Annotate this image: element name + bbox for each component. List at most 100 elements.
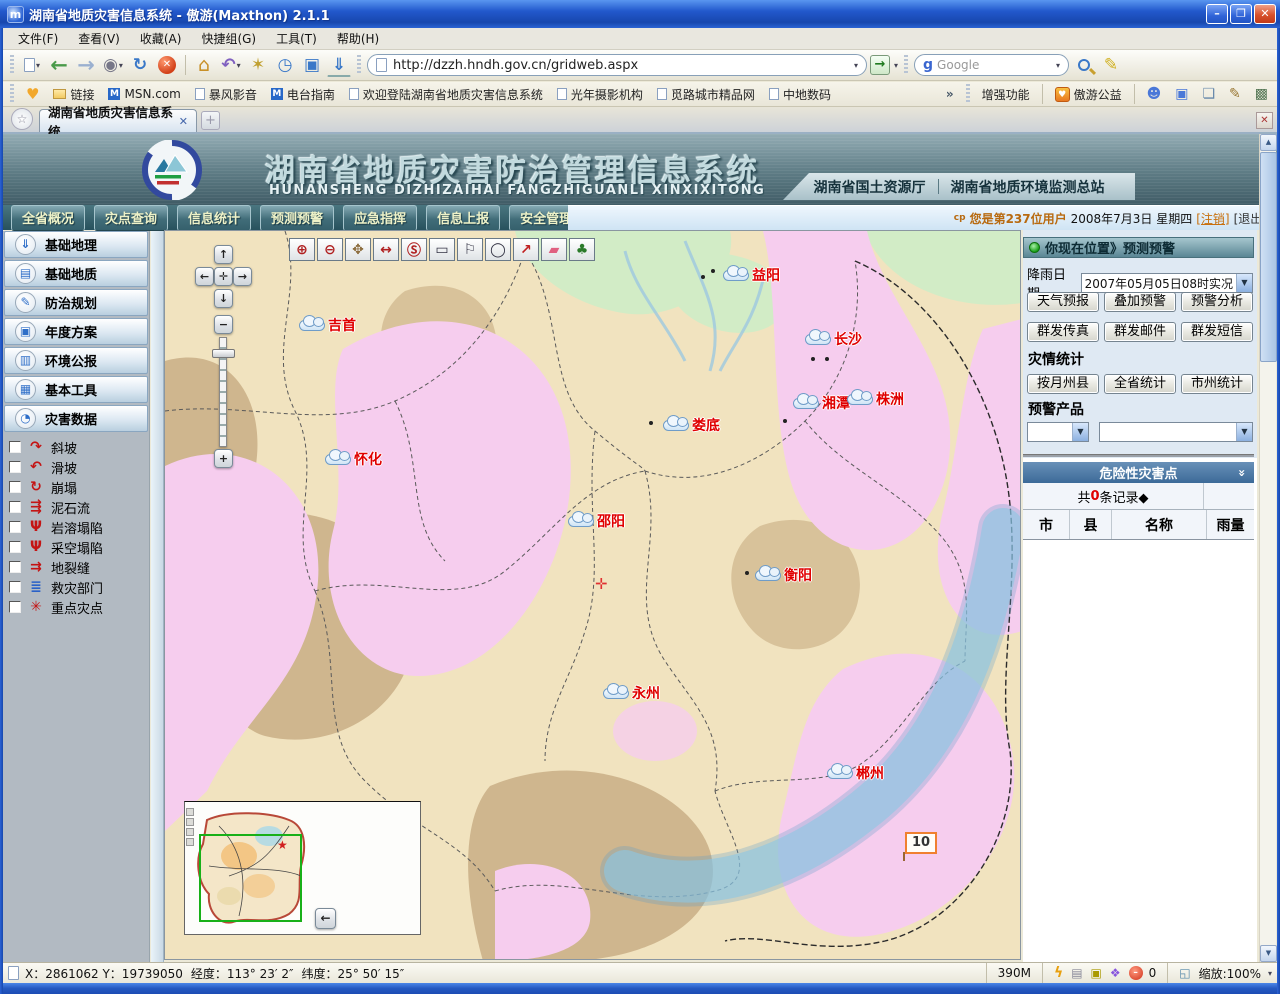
minimap-tool-buttons[interactable] — [186, 808, 194, 846]
org-link-1[interactable]: 湖南省国土资源厅 — [814, 177, 926, 197]
map-viewport[interactable]: ⊕⊖✥↔Ⓢ▭⚐◯↗▰♣ ↑ ← ✛ → ↓ − + 吉首 益阳 长沙 — [164, 230, 1021, 960]
bookmark-item[interactable]: 觅路城市精品网 — [652, 84, 760, 105]
map-tool-button[interactable]: ◯ — [485, 238, 511, 261]
notes-icon[interactable]: ❖ — [1110, 966, 1121, 980]
layer-checkbox[interactable] — [9, 441, 21, 453]
panel-button[interactable]: 预警分析 — [1181, 292, 1253, 312]
map-tool-button[interactable]: ▭ — [429, 238, 455, 261]
pan-center-button[interactable]: ✛ — [214, 267, 233, 286]
danger-points-header[interactable]: 危险性灾害点 » — [1023, 462, 1254, 483]
city-marker[interactable]: 邵阳 — [568, 511, 625, 531]
minimap-collapse-button[interactable]: ← — [315, 908, 336, 929]
panel-button[interactable]: 天气预报 — [1027, 292, 1099, 312]
search-dropdown-icon[interactable]: ▾ — [1056, 61, 1060, 70]
city-marker[interactable]: 吉首 — [299, 315, 356, 335]
product-select-2[interactable]: ▼ — [1099, 422, 1253, 442]
new-tab-button[interactable]: + — [201, 111, 220, 130]
map-tool-button[interactable]: ↔ — [373, 238, 399, 261]
menu-item[interactable]: 收藏(A) — [131, 28, 191, 49]
city-marker[interactable]: 益阳 — [723, 265, 780, 285]
menu-item[interactable]: 文件(F) — [9, 28, 67, 49]
nav-tab[interactable]: 预测预警 — [260, 205, 334, 231]
tab-close-icon[interactable]: ✕ — [179, 115, 188, 128]
panel-button[interactable]: 全省统计 — [1104, 374, 1176, 394]
layer-checkbox[interactable] — [9, 561, 21, 573]
window-tool-button[interactable]: ▣ — [1170, 84, 1193, 104]
pan-up-button[interactable]: ↑ — [214, 245, 233, 264]
bookmark-item[interactable]: 中地数码 — [764, 84, 836, 105]
scroll-down-button[interactable]: ▼ — [1260, 945, 1277, 962]
rain-date-select[interactable]: 2007年05月05日08时实况 ▼ — [1081, 273, 1253, 293]
bookmark-item[interactable]: 欢迎登陆湖南省地质灾害信息系统 — [344, 84, 548, 105]
close-button[interactable]: ✕ — [1254, 4, 1276, 24]
bookmark-item[interactable]: 暴风影音 — [190, 84, 262, 105]
layer-checkbox[interactable] — [9, 461, 21, 473]
layer-checkbox[interactable] — [9, 481, 21, 493]
rainfall-flag-marker[interactable]: 10 — [905, 832, 937, 854]
sidebar-section[interactable]: ▣ 年度方案 — [4, 318, 148, 345]
city-marker[interactable]: 株洲 — [847, 389, 904, 409]
bookmarks-overflow-button[interactable]: » — [941, 85, 959, 103]
scroll-thumb[interactable] — [1260, 152, 1277, 362]
resize-icon[interactable]: ◱ — [1179, 966, 1190, 980]
chevron-down-icon[interactable]: ▼ — [1072, 423, 1088, 441]
pan-down-button[interactable]: ↓ — [214, 289, 233, 308]
go-dropdown-icon[interactable]: ▾ — [894, 61, 898, 70]
search-box[interactable]: g Google ▾ — [914, 54, 1069, 76]
tab-active[interactable]: 湖南省地质灾害信息系统 ✕ — [39, 109, 197, 132]
menu-item[interactable]: 工具(T) — [267, 28, 326, 49]
bookmark-item[interactable]: 电台指南 — [266, 84, 340, 105]
city-marker[interactable]: 郴州 — [827, 763, 884, 783]
collapse-chevron-icon[interactable]: » — [1235, 469, 1249, 477]
scroll-up-button[interactable]: ▲ — [1260, 134, 1277, 151]
bookmark-item[interactable]: 光年摄影机构 — [552, 84, 648, 105]
overview-minimap[interactable]: ★ ← — [184, 801, 421, 935]
favorites-button[interactable]: ♥ — [21, 83, 44, 105]
layer-checkbox[interactable] — [9, 541, 21, 553]
forward-button[interactable]: → — [74, 53, 98, 77]
undo-button[interactable]: ↶▾ — [219, 53, 243, 77]
panel-button[interactable]: 按月州县 — [1027, 374, 1099, 394]
proxy-icon[interactable]: ▤ — [1071, 966, 1082, 980]
history-clock-button[interactable]: ◷ — [273, 53, 297, 77]
history-dropdown-button[interactable]: ◉▾ — [101, 53, 125, 77]
back-button[interactable]: ← — [47, 53, 71, 77]
boost-icon[interactable]: ϟ — [1054, 965, 1063, 981]
map-tool-button[interactable]: ⊕ — [289, 238, 315, 261]
map-tool-button[interactable]: ↗ — [513, 238, 539, 261]
nav-tab[interactable]: 全省概况 — [11, 205, 85, 231]
layer-checkbox[interactable] — [9, 581, 21, 593]
nav-tab[interactable]: 信息上报 — [426, 205, 500, 231]
menu-item[interactable]: 查看(V) — [69, 28, 129, 49]
chevron-down-icon[interactable]: ▼ — [1236, 274, 1252, 292]
magic-fill-button[interactable]: ✶ — [246, 53, 270, 77]
url-dropdown-icon[interactable]: ▾ — [854, 61, 858, 70]
layer-checkbox[interactable] — [9, 601, 21, 613]
zoom-control[interactable]: 缩放:100%▾ — [1199, 965, 1272, 982]
map-tool-button[interactable]: ⊖ — [317, 238, 343, 261]
notes-button[interactable]: ❏ — [1197, 84, 1220, 104]
sidebar-section[interactable]: ▦ 基本工具 — [4, 376, 148, 403]
charity-button[interactable]: ♥傲游公益 — [1050, 84, 1127, 105]
search-placeholder[interactable]: Google — [937, 58, 1051, 72]
download-button[interactable]: ⇓ — [327, 53, 351, 77]
brush-button[interactable]: ✎ — [1224, 84, 1246, 104]
panel-button[interactable]: 群发传真 — [1027, 322, 1099, 342]
city-marker[interactable]: 衡阳 — [755, 565, 812, 585]
minimize-button[interactable]: – — [1206, 4, 1228, 24]
home-button[interactable]: ⌂ — [192, 53, 216, 77]
url-text[interactable]: http://dzzh.hndh.gov.cn/gridweb.aspx — [393, 58, 847, 73]
tabbar-close-button[interactable]: ✕ — [1256, 112, 1273, 129]
nav-tab[interactable]: 灾点查询 — [94, 205, 168, 231]
search-button[interactable] — [1072, 53, 1096, 77]
pan-left-button[interactable]: ← — [195, 267, 214, 286]
sidebar-section[interactable]: ✎ 防治规划 — [4, 289, 148, 316]
city-marker[interactable]: 怀化 — [325, 449, 382, 469]
tab-list-star-button[interactable]: ☆ — [11, 108, 33, 130]
panel-button[interactable]: 市州统计 — [1181, 374, 1253, 394]
city-marker[interactable]: 湘潭 — [793, 393, 850, 413]
sidebar-section[interactable]: ◔ 灾害数据 — [4, 405, 148, 432]
highlight-button[interactable]: ✎ — [1099, 53, 1123, 77]
city-marker[interactable]: 永州 — [603, 683, 660, 703]
city-marker[interactable]: 长沙 — [805, 329, 862, 349]
